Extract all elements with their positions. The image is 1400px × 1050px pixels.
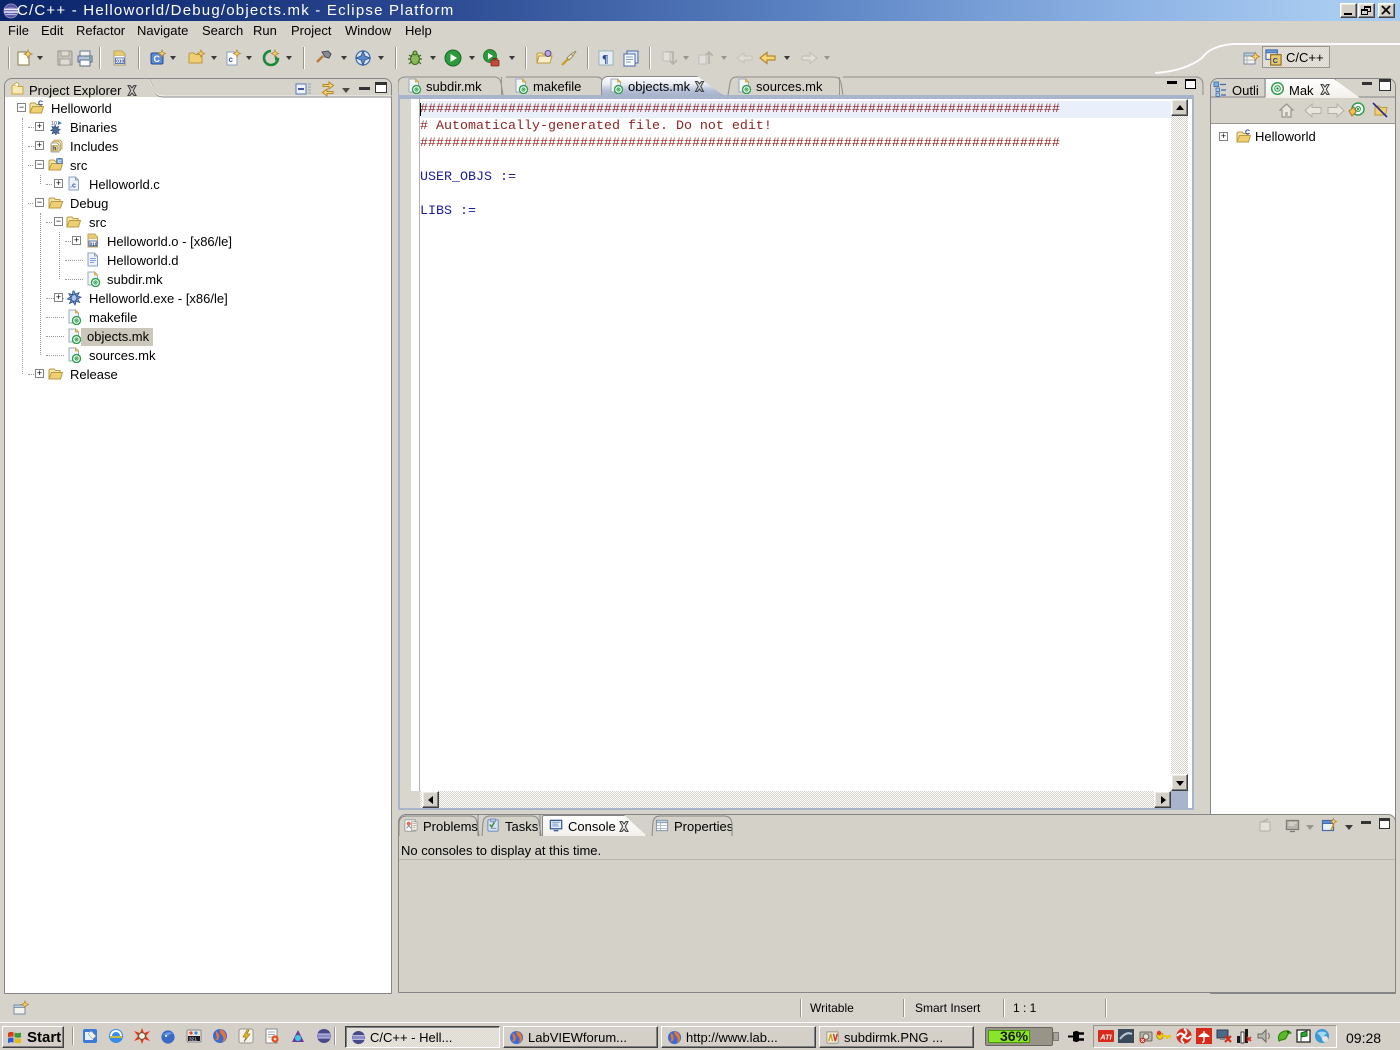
svg-text:010: 010 — [116, 59, 124, 65]
svg-text:ATI: ATI — [1099, 1032, 1112, 1041]
svg-text:¶: ¶ — [602, 52, 608, 66]
svg-text:C: C — [154, 54, 161, 64]
svg-text:C: C — [1273, 57, 1278, 65]
svg-text:c: c — [229, 55, 234, 64]
svg-text:321: 321 — [189, 1037, 197, 1042]
